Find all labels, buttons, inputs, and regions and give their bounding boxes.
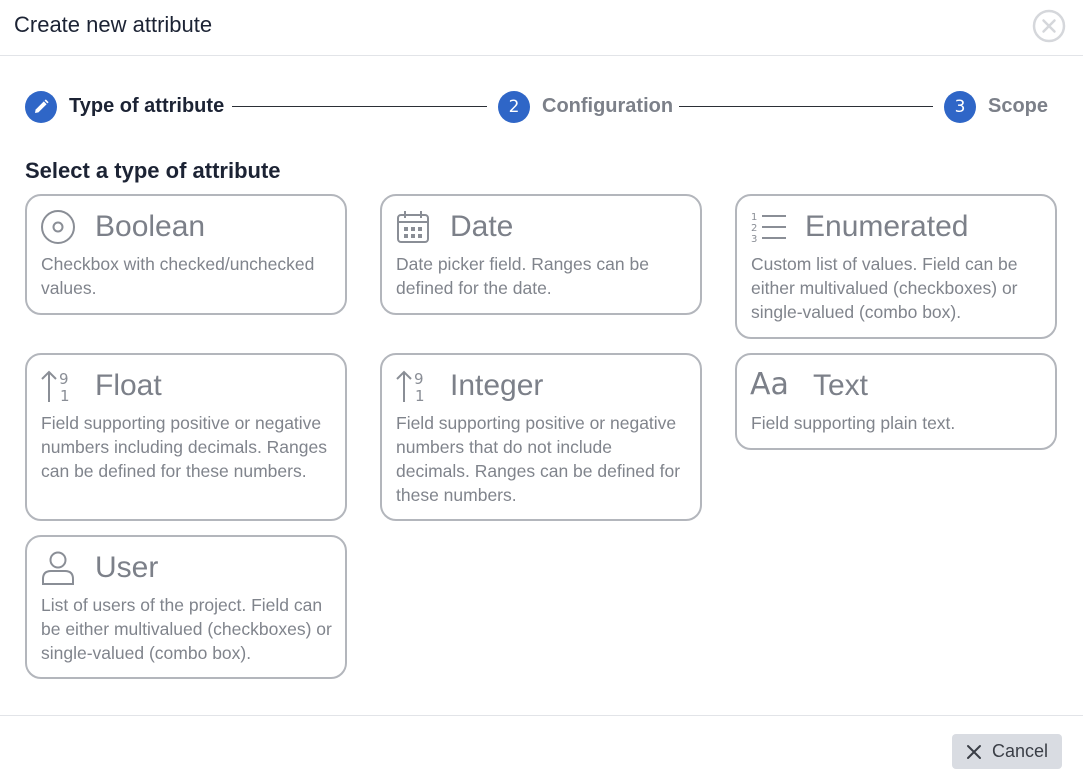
card-description: List of users of the project. Field can … — [41, 595, 332, 663]
dialog-header: Create new attribute — [0, 0, 1083, 56]
card-title: Integer — [450, 369, 544, 402]
svg-text:1: 1 — [415, 387, 425, 404]
step-3-label: Scope — [988, 95, 1049, 117]
step-1-indicator — [25, 91, 57, 123]
cancel-label: Cancel — [991, 741, 1049, 761]
step-connector — [232, 106, 487, 107]
card-description: Checkbox with checked/unchecked values. — [41, 254, 315, 298]
step-1-label: Type of attribute — [69, 95, 225, 117]
svg-text:1: 1 — [751, 212, 757, 223]
attribute-type-card-date[interactable]: Date Date picker field. Ranges can be de… — [380, 194, 702, 315]
attribute-type-card-boolean[interactable]: Boolean Checkbox with checked/unchecked … — [25, 194, 347, 315]
sort-numeric-icon: 9 1 — [41, 370, 70, 404]
card-description: Field supporting positive or negative nu… — [396, 413, 681, 505]
attribute-type-card-float[interactable]: 9 1 Float Field supporting positive or n… — [25, 353, 347, 521]
stepper: Type of attribute 2 Configuration 3 Scop… — [0, 86, 1083, 128]
card-title: User — [95, 551, 159, 584]
step-2-label: Configuration — [542, 95, 674, 117]
attribute-type-card-text[interactable]: Aa Text Field supporting plain text. — [735, 353, 1057, 450]
step-2-indicator: 2 — [498, 91, 530, 123]
user-icon — [42, 551, 74, 585]
card-title: Text — [813, 369, 869, 402]
close-button[interactable] — [1032, 9, 1066, 43]
card-description: Custom list of values. Field can be eith… — [751, 254, 1018, 322]
card-description: Field supporting positive or negative nu… — [41, 413, 327, 481]
attribute-type-card-integer[interactable]: 9 1 Integer Field supporting positive or… — [380, 353, 702, 521]
close-icon — [966, 744, 981, 759]
numbered-list-icon: 1 2 3 — [751, 212, 786, 245]
svg-text:1: 1 — [60, 387, 70, 404]
card-description: Field supporting plain text. — [751, 413, 956, 433]
cancel-button[interactable]: Cancel — [952, 734, 1062, 769]
pencil-icon — [35, 99, 49, 113]
close-circle-icon — [1032, 9, 1066, 43]
card-title: Enumerated — [805, 210, 969, 243]
card-title: Boolean — [95, 210, 206, 243]
step-connector — [679, 106, 933, 107]
dialog-title: Create new attribute — [14, 12, 213, 37]
svg-text:3: 3 — [751, 234, 757, 245]
attribute-type-card-user[interactable]: User List of users of the project. Field… — [25, 535, 347, 679]
text-format-icon: Aa — [750, 367, 789, 402]
radio-circle-icon — [41, 210, 75, 244]
step-3-indicator: 3 — [944, 91, 976, 123]
attribute-type-card-enumerated[interactable]: 1 2 3 Enumerated Custom list of values. … — [735, 194, 1057, 339]
card-title: Float — [95, 369, 162, 402]
svg-text:9: 9 — [59, 370, 69, 388]
card-title: Date — [450, 210, 514, 243]
calendar-icon — [397, 211, 429, 243]
svg-text:2: 2 — [751, 223, 757, 234]
section-title: Select a type of attribute — [25, 158, 281, 183]
card-description: Date picker field. Ranges can be defined… — [396, 254, 649, 298]
sort-numeric-icon: 9 1 — [396, 370, 425, 404]
dialog-footer: Cancel — [0, 715, 1083, 779]
svg-text:9: 9 — [414, 370, 424, 388]
